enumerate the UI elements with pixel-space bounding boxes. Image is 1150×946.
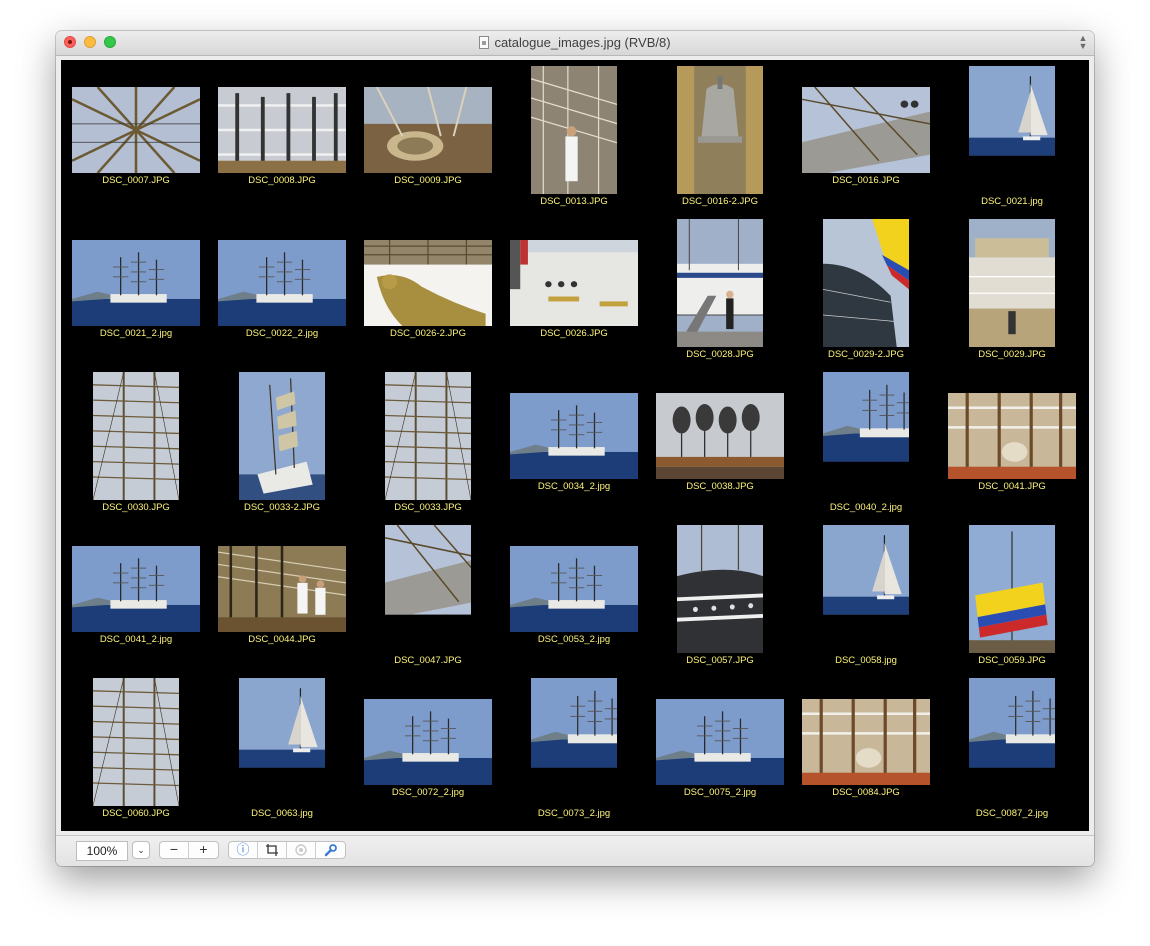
thumbnail-filename: DSC_0026.JPG <box>540 328 608 339</box>
thumbnail-filename: DSC_0026-2.JPG <box>389 328 467 339</box>
thumbnail-image <box>72 240 200 326</box>
thumbnail-filename: DSC_0021.jpg <box>981 196 1043 207</box>
thumbnail-filename: DSC_0087_2.jpg <box>975 808 1049 819</box>
thumbnail-image <box>969 678 1055 806</box>
thumbnail-image <box>823 372 909 500</box>
thumbnail-image <box>969 525 1055 653</box>
color-wheel-icon <box>287 842 316 858</box>
thumbnail-image <box>802 87 930 173</box>
thumbnail-image <box>218 546 346 632</box>
preview-window: catalogue_images.jpg (RVB/8) ▲ ▼ DSC_0007… <box>56 31 1094 866</box>
thumbnail-image <box>531 678 617 806</box>
thumbnail-filename: DSC_0029-2.JPG <box>827 349 905 360</box>
thumbnail-filename: DSC_0030.JPG <box>102 502 170 513</box>
thumbnail-image <box>385 372 471 500</box>
thumbnail-filename: DSC_0047.JPG <box>394 655 462 666</box>
thumbnail-image <box>510 240 638 326</box>
thumbnail-image <box>531 66 617 194</box>
thumbnail-image <box>218 240 346 326</box>
thumbnail-filename: DSC_0033.JPG <box>394 502 462 513</box>
thumbnail-image <box>385 525 471 653</box>
wrench-icon[interactable] <box>316 842 345 858</box>
thumbnail-filename: DSC_0073_2.jpg <box>537 808 611 819</box>
thumbnail-image <box>364 240 492 326</box>
thumbnail-image <box>823 525 909 653</box>
thumbnail-image <box>656 393 784 479</box>
thumbnail-filename: DSC_0029.JPG <box>978 349 1046 360</box>
thumbnail-filename: DSC_0059.JPG <box>978 655 1046 666</box>
thumbnail-image <box>93 678 179 806</box>
thumbnail-image <box>239 372 325 500</box>
thumbnail-filename: DSC_0007.JPG <box>102 175 170 186</box>
zoom-out-button[interactable]: − <box>160 842 189 858</box>
thumbnail-filename: DSC_0044.JPG <box>248 634 316 645</box>
title-menu-chevron-icon[interactable]: ▲ ▼ <box>1078 34 1088 51</box>
zoom-in-button[interactable]: + <box>189 842 218 858</box>
thumbnail-image <box>510 546 638 632</box>
thumbnail-filename: DSC_0038.JPG <box>686 481 754 492</box>
tools-button-group: ⓘ <box>228 841 346 859</box>
chevron-down-icon[interactable]: ⌄ <box>132 841 150 859</box>
thumbnail-image <box>239 678 325 806</box>
thumbnail-filename: DSC_0040_2.jpg <box>829 502 903 513</box>
thumbnail-image <box>969 66 1055 194</box>
thumbnail-filename: DSC_0084.JPG <box>832 787 900 798</box>
thumbnail-filename: DSC_0009.JPG <box>394 175 462 186</box>
thumbnail-image <box>969 219 1055 347</box>
thumbnail-filename: DSC_0016-2.JPG <box>681 196 759 207</box>
title-bar[interactable]: catalogue_images.jpg (RVB/8) ▲ ▼ <box>56 31 1094 56</box>
thumbnail-filename: DSC_0033-2.JPG <box>243 502 321 513</box>
thumbnail-image <box>72 87 200 173</box>
thumbnail-image <box>677 525 763 653</box>
thumbnail-filename: DSC_0016.JPG <box>832 175 900 186</box>
window-title: catalogue_images.jpg (RVB/8) <box>494 35 671 50</box>
thumbnail-image <box>823 219 909 347</box>
bottom-toolbar: 100% ⌄ − + ⓘ <box>56 835 1094 866</box>
thumbnail-image <box>364 87 492 173</box>
crop-icon[interactable] <box>258 842 287 858</box>
image-canvas[interactable]: DSC_0007.JPG DSC_0008.JPG DSC_0009.JPG D… <box>61 60 1089 831</box>
thumbnail-image <box>364 699 492 785</box>
document-icon[interactable] <box>479 36 490 49</box>
thumbnail-filename: DSC_0063.jpg <box>251 808 313 819</box>
info-icon[interactable]: ⓘ <box>229 842 258 858</box>
thumbnail-filename: DSC_0034_2.jpg <box>537 481 611 492</box>
thumbnail-filename: DSC_0053_2.jpg <box>537 634 611 645</box>
thumbnail-filename: DSC_0075_2.jpg <box>683 787 757 798</box>
thumbnail-image <box>802 699 930 785</box>
thumbnail-image <box>510 393 638 479</box>
zoom-button-group: − + <box>159 841 219 859</box>
thumbnail-filename: DSC_0028.JPG <box>686 349 754 360</box>
thumbnail-image <box>218 87 346 173</box>
thumbnail-filename: DSC_0057.JPG <box>686 655 754 666</box>
thumbnail-image <box>677 219 763 347</box>
thumbnail-filename: DSC_0008.JPG <box>248 175 316 186</box>
thumbnail-filename: DSC_0041_2.jpg <box>99 634 173 645</box>
thumbnail-filename: DSC_0058.jpg <box>835 655 897 666</box>
thumbnail-filename: DSC_0021_2.jpg <box>99 328 173 339</box>
thumbnail-filename: DSC_0041.JPG <box>978 481 1046 492</box>
thumbnail-filename: DSC_0072_2.jpg <box>391 787 465 798</box>
window-title-area: catalogue_images.jpg (RVB/8) <box>56 35 1094 51</box>
thumbnail-image <box>72 546 200 632</box>
thumbnail-image <box>677 66 763 194</box>
thumbnail-filename: DSC_0060.JPG <box>102 808 170 819</box>
thumbnail-filename: DSC_0022_2.jpg <box>245 328 319 339</box>
thumbnail-filename: DSC_0013.JPG <box>540 196 608 207</box>
thumbnail-image <box>93 372 179 500</box>
thumbnail-image <box>948 393 1076 479</box>
thumbnail-image <box>656 699 784 785</box>
zoom-level-field[interactable]: 100% <box>76 841 128 861</box>
